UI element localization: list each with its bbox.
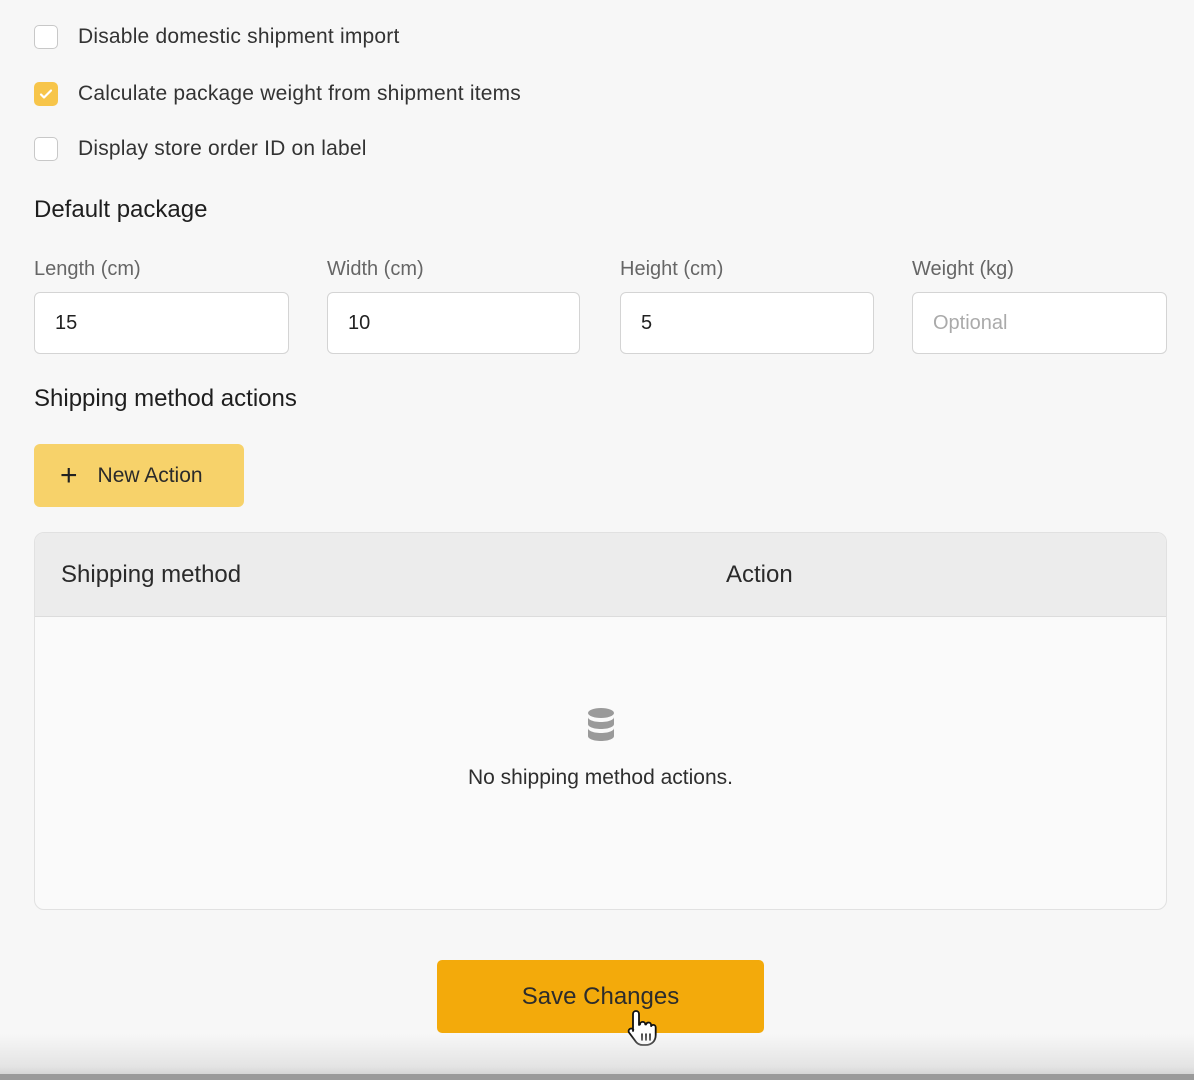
display-order-id-label: Display store order ID on label — [78, 137, 367, 160]
length-label: Length (cm) — [34, 258, 141, 280]
plus-icon: + — [60, 458, 78, 492]
new-action-label: New Action — [97, 463, 203, 487]
save-changes-button[interactable]: Save Changes — [437, 960, 764, 1033]
column-header-action: Action — [726, 561, 793, 588]
width-label: Width (cm) — [327, 258, 424, 280]
column-header-shipping-method: Shipping method — [61, 561, 242, 588]
height-label: Height (cm) — [620, 258, 724, 280]
calculate-weight-label: Calculate package weight from shipment i… — [78, 82, 522, 105]
shipping-actions-table: Shipping method Action No shipping metho… — [34, 532, 1167, 910]
disable-domestic-import-checkbox[interactable] — [34, 25, 58, 49]
length-input[interactable] — [34, 292, 289, 354]
disable-domestic-import-row[interactable]: Disable domestic shipment import — [34, 25, 400, 49]
calculate-weight-checkbox[interactable] — [34, 82, 58, 106]
display-order-id-row[interactable]: Display store order ID on label — [34, 137, 367, 161]
display-order-id-checkbox[interactable] — [34, 137, 58, 161]
width-input[interactable] — [327, 292, 580, 354]
database-icon — [586, 707, 616, 748]
new-action-button[interactable]: + New Action — [34, 444, 244, 507]
bottom-edge-shadow — [0, 1034, 1194, 1080]
check-icon — [39, 89, 53, 99]
empty-state: No shipping method actions. — [35, 707, 1166, 790]
calculate-weight-row[interactable]: Calculate package weight from shipment i… — [34, 82, 521, 106]
height-input[interactable] — [620, 292, 874, 354]
default-package-title: Default package — [34, 196, 208, 223]
settings-page: Disable domestic shipment import Calcula… — [0, 0, 1194, 1080]
shipping-actions-title: Shipping method actions — [34, 385, 297, 412]
weight-input[interactable] — [912, 292, 1167, 354]
weight-label: Weight (kg) — [912, 258, 1014, 280]
disable-domestic-import-label: Disable domestic shipment import — [78, 25, 400, 48]
empty-state-text: No shipping method actions. — [468, 766, 733, 789]
table-header: Shipping method Action — [35, 533, 1166, 617]
